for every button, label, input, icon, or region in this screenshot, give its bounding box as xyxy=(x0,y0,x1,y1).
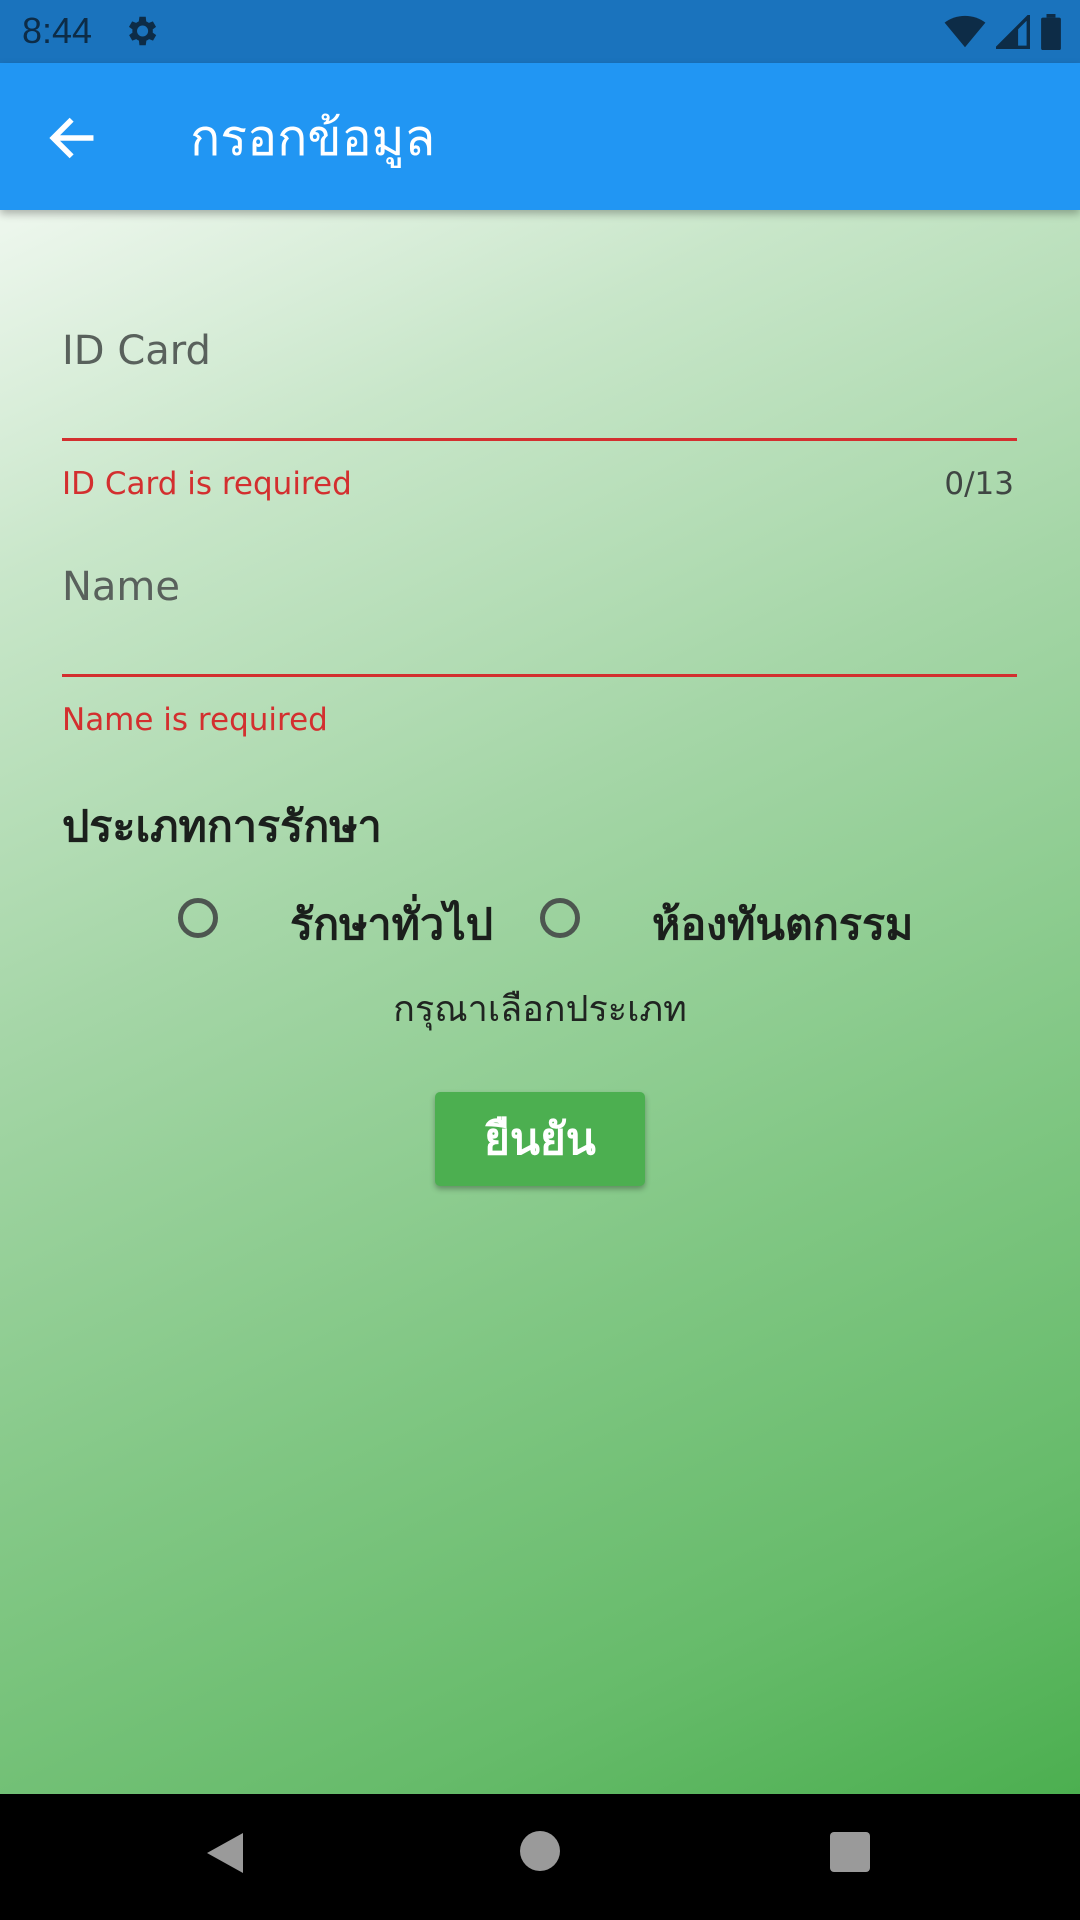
type-hint: กรุณาเลือกประเภท xyxy=(393,989,687,1030)
battery-icon xyxy=(1041,14,1061,50)
id-card-counter: 0/13 xyxy=(944,466,1014,502)
id-card-field[interactable]: ID Card xyxy=(62,328,211,374)
radio-dental[interactable] xyxy=(540,898,580,938)
nav-back-icon[interactable] xyxy=(205,1831,245,1875)
gear-icon xyxy=(128,16,157,46)
status-bar: 8:44 xyxy=(0,0,1080,63)
name-field[interactable]: Name xyxy=(62,564,180,610)
radio-dental-label[interactable]: ห้องทันตกรรม xyxy=(652,890,913,958)
back-arrow-icon[interactable] xyxy=(44,110,100,166)
treatment-type-title: ประเภทการรักษา xyxy=(62,802,382,852)
name-error: Name is required xyxy=(62,702,328,738)
id-card-underline xyxy=(62,438,1017,441)
confirm-button[interactable]: ยืนยัน xyxy=(435,1092,645,1186)
nav-home-icon[interactable] xyxy=(520,1831,560,1871)
signal-icon xyxy=(996,15,1030,49)
nav-recents-icon[interactable] xyxy=(830,1832,870,1872)
radio-general[interactable] xyxy=(178,898,218,938)
navigation-bar xyxy=(0,1794,1080,1920)
page-title: กรอกข้อมูล xyxy=(190,109,436,167)
id-card-error: ID Card is required xyxy=(62,466,352,502)
wifi-icon xyxy=(944,15,986,48)
status-time: 8:44 xyxy=(22,10,93,51)
app-bar: กรอกข้อมูล xyxy=(0,63,1080,210)
form-content: ID Card ID Card is required 0/13 Name Na… xyxy=(0,210,1080,1794)
status-icons xyxy=(944,12,1062,52)
radio-general-label[interactable]: รักษาทั่วไป xyxy=(290,890,493,958)
name-underline xyxy=(62,674,1017,677)
